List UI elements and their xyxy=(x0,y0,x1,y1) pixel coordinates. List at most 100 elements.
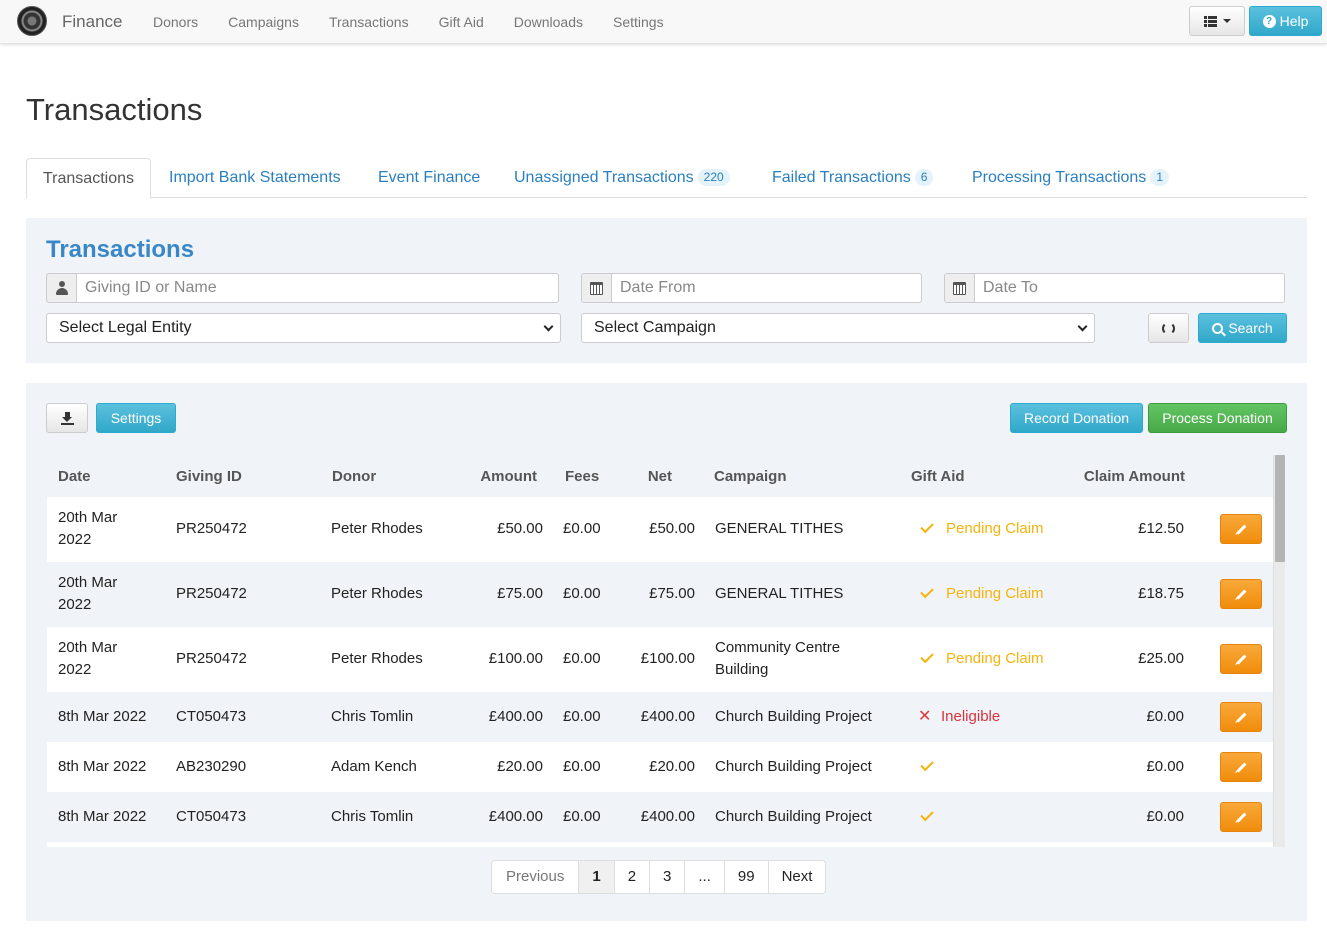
campaign-select[interactable]: Select Campaign xyxy=(581,313,1095,343)
col-date[interactable]: Date xyxy=(58,468,91,485)
check-icon xyxy=(920,649,934,664)
cell-giving-id: CT050473 xyxy=(176,808,247,825)
cell-gift-aid-status: Ineligible xyxy=(941,708,1001,725)
tab-failed-transactions[interactable]: Failed Transactions 6 xyxy=(772,158,934,198)
x-icon: ✕ xyxy=(918,708,932,725)
settings-button[interactable]: Settings xyxy=(96,403,176,433)
check-icon xyxy=(920,757,934,772)
page-3[interactable]: 3 xyxy=(649,861,685,893)
cell-claim-amount: £0.00 xyxy=(1146,758,1184,775)
table-row: 20th Mar 2022 PR250472 Peter Rhodes £50.… xyxy=(47,497,1273,562)
cell-campaign: Church Building Project xyxy=(715,758,872,775)
nav-transactions[interactable]: Transactions xyxy=(314,0,424,44)
page-1[interactable]: 1 xyxy=(578,861,614,893)
record-donation-button[interactable]: Record Donation xyxy=(1010,403,1143,433)
col-gift-aid[interactable]: Gift Aid xyxy=(911,468,965,485)
page-99[interactable]: 99 xyxy=(723,861,768,893)
cell-fees: £0.00 xyxy=(563,585,601,602)
edit-button[interactable] xyxy=(1220,579,1262,609)
nav-gift-aid[interactable]: Gift Aid xyxy=(424,0,499,44)
cell-date: 8th Mar 2022 xyxy=(58,808,147,825)
logo-icon[interactable] xyxy=(17,6,47,36)
cell-donor: Chris Tomlin xyxy=(331,708,414,725)
tab-label: Unassigned Transactions xyxy=(514,169,694,186)
col-donor[interactable]: Donor xyxy=(332,468,376,485)
edit-button[interactable] xyxy=(1220,644,1262,674)
help-label: Help xyxy=(1279,13,1309,29)
edit-button[interactable] xyxy=(1220,702,1262,732)
page-2[interactable]: 2 xyxy=(613,861,650,893)
cell-net: £100.00 xyxy=(640,650,695,667)
refresh-icon xyxy=(1162,321,1175,335)
cell-giving-id: PR250472 xyxy=(176,650,247,667)
col-claim-amount[interactable]: Claim Amount xyxy=(1084,468,1185,485)
table-scrollbar[interactable] xyxy=(1273,455,1285,847)
list-icon xyxy=(1203,15,1217,27)
col-campaign[interactable]: Campaign xyxy=(714,468,787,485)
cell-donor: Peter Rhodes xyxy=(331,520,423,537)
tab-transactions[interactable]: Transactions xyxy=(26,158,151,199)
search-button[interactable]: Search xyxy=(1198,313,1287,343)
date-from-group xyxy=(581,273,922,303)
page-ellipsis: ... xyxy=(684,861,724,893)
scrollbar-thumb[interactable] xyxy=(1275,455,1285,562)
page-next[interactable]: Next xyxy=(767,861,826,893)
legal-entity-select[interactable]: Select Legal Entity xyxy=(46,313,561,343)
cell-campaign: Church Building Project xyxy=(715,708,872,725)
tab-import-bank-statements[interactable]: Import Bank Statements xyxy=(169,158,341,198)
download-button[interactable] xyxy=(46,403,88,433)
user-icon xyxy=(55,281,69,295)
col-amount[interactable]: Amount xyxy=(480,468,537,485)
date-to-input[interactable] xyxy=(975,273,1285,303)
nav-downloads[interactable]: Downloads xyxy=(499,0,598,44)
cell-net: £400.00 xyxy=(640,808,695,825)
top-navbar: Finance Donors Campaigns Transactions Gi… xyxy=(0,0,1327,44)
edit-button[interactable] xyxy=(1220,514,1262,544)
caret-down-icon xyxy=(1222,19,1231,23)
cell-fees: £0.00 xyxy=(563,520,601,537)
nav-donors[interactable]: Donors xyxy=(138,0,213,44)
process-donation-button[interactable]: Process Donation xyxy=(1148,403,1287,433)
table-row: 8th Mar 2022 CT050473 Chris Tomlin £400.… xyxy=(47,792,1273,842)
calendar-icon xyxy=(953,281,966,295)
edit-button[interactable] xyxy=(1220,752,1262,782)
cell-fees: £0.00 xyxy=(563,708,601,725)
edit-button[interactable] xyxy=(1220,802,1262,832)
help-button[interactable]: ? Help xyxy=(1249,6,1322,36)
pencil-icon xyxy=(1236,654,1246,664)
cell-donor: Adam Kench xyxy=(331,758,417,775)
cell-fees: £0.00 xyxy=(563,808,601,825)
brand-name[interactable]: Finance xyxy=(62,12,122,32)
filter-panel: Transactions Select Legal Entity Select … xyxy=(26,218,1307,363)
date-from-input[interactable] xyxy=(612,273,922,303)
tab-label: Failed Transactions xyxy=(772,169,911,186)
check-icon xyxy=(920,584,934,599)
refresh-button[interactable] xyxy=(1148,313,1189,343)
cell-amount: £75.00 xyxy=(497,585,543,602)
cell-claim-amount: £18.75 xyxy=(1138,585,1184,602)
cell-donor: Chris Tomlin xyxy=(331,808,414,825)
question-circle-icon: ? xyxy=(1262,14,1276,28)
cell-campaign: GENERAL TITHES xyxy=(715,585,844,602)
count-badge: 1 xyxy=(1150,169,1169,186)
nav-settings[interactable]: Settings xyxy=(598,0,679,44)
page-previous[interactable]: Previous xyxy=(492,861,579,893)
col-net[interactable]: Net xyxy=(648,468,672,485)
calendar-addon xyxy=(944,273,975,303)
nav-campaigns[interactable]: Campaigns xyxy=(213,0,314,44)
col-giving-id[interactable]: Giving ID xyxy=(176,468,242,485)
main-nav: Donors Campaigns Transactions Gift Aid D… xyxy=(138,0,679,44)
tab-unassigned-transactions[interactable]: Unassigned Transactions 220 xyxy=(514,158,730,198)
giving-id-input[interactable] xyxy=(77,273,559,303)
cell-gift-aid-status: Pending Claim xyxy=(946,520,1044,537)
table-row: 8th Mar 2022 CT050473 Chris Tomlin £400.… xyxy=(47,692,1273,742)
col-fees[interactable]: Fees xyxy=(565,468,599,485)
cell-amount: £400.00 xyxy=(488,708,543,725)
table-row: 20th Mar 2022 PR250472 Peter Rhodes £100… xyxy=(47,627,1273,692)
cell-giving-id: CT050473 xyxy=(176,708,247,725)
apps-menu-button[interactable] xyxy=(1189,6,1245,36)
tab-processing-transactions[interactable]: Processing Transactions 1 xyxy=(972,158,1169,198)
cell-claim-amount: £12.50 xyxy=(1138,520,1184,537)
tab-event-finance[interactable]: Event Finance xyxy=(378,158,480,198)
cell-net: £400.00 xyxy=(640,708,695,725)
